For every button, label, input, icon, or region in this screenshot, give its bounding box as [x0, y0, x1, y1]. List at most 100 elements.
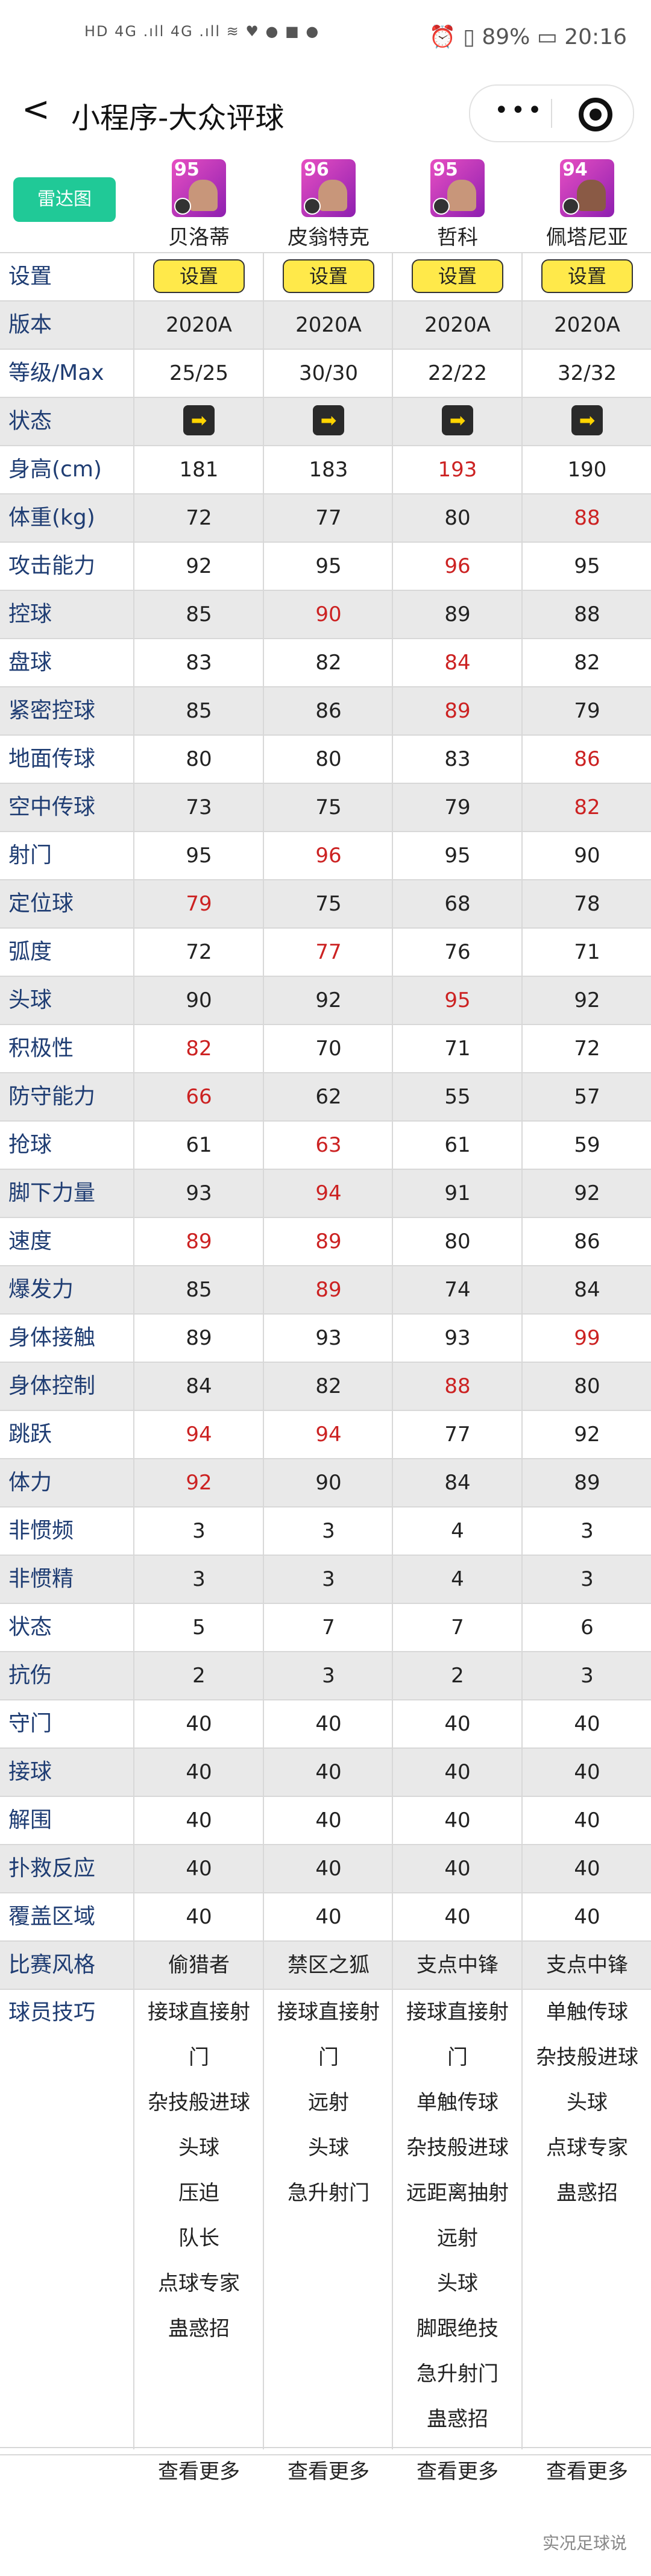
table-cell: 40 [315, 1857, 342, 1881]
row-label: 非惯精 [8, 1567, 74, 1591]
status-bar-left: HD 4G .ıll 4G .ıll ≋ ♥ ● ■ ● [84, 23, 320, 40]
table-cell: 96 [444, 554, 471, 578]
row-label: 射门 [8, 843, 52, 868]
table-cell: 95 [444, 844, 471, 868]
arrow-right-icon[interactable]: ➡ [442, 405, 473, 435]
view-more-link[interactable]: 查看更多 [288, 2460, 370, 2484]
table-cell: 40 [186, 1905, 212, 1929]
arrow-right-icon[interactable]: ➡ [313, 405, 344, 435]
table-cell: 74 [444, 1278, 471, 1302]
table-cell: 40 [186, 1857, 212, 1881]
table-cell: 95 [186, 844, 212, 868]
status-bar: HD 4G .ıll 4G .ıll ≋ ♥ ● ■ ● ⏰ ▯ 89% ▭ 2… [0, 0, 651, 78]
player-name: 哲科 [437, 226, 478, 250]
table-cell: 94 [315, 1181, 342, 1205]
skill-item: 点球专家 [546, 2136, 628, 2160]
skill-item: 队长 [178, 2226, 219, 2250]
radar-chart-button[interactable]: 雷达图 [13, 177, 116, 222]
player-card-avatar[interactable]: 96 [301, 159, 356, 217]
player-face-icon [447, 180, 476, 211]
club-badge-icon [433, 198, 450, 215]
player-card-avatar[interactable]: 95 [430, 159, 485, 217]
table-cell: ➡ [264, 398, 393, 435]
row-label: 脚下力量 [8, 1181, 96, 1205]
table-cell: 57 [574, 1085, 600, 1109]
table-cell: 40 [444, 1857, 471, 1881]
player-column-header[interactable]: 95 哲科 [393, 159, 522, 250]
table-cell: 40 [186, 1760, 212, 1784]
row-label: 解围 [8, 1808, 52, 1833]
table-cell: 89 [444, 699, 471, 723]
arrow-right-icon[interactable]: ➡ [571, 405, 603, 435]
table-cell: 2020A [554, 313, 620, 337]
view-more-link[interactable]: 查看更多 [417, 2460, 498, 2484]
table-cell: 2 [451, 1664, 464, 1688]
table-cell: 40 [574, 1808, 600, 1833]
skill-item: 急升射门 [288, 2181, 370, 2205]
row-label: 空中传球 [8, 795, 96, 819]
table-cell: 79 [186, 892, 212, 916]
table-cell: ➡ [393, 398, 522, 435]
skill-item: 门 [318, 2045, 339, 2069]
skills-list: 单触传球 杂技般进球 头球 点球专家 蛊惑招 [523, 1990, 651, 2216]
row-label: 地面传球 [8, 747, 96, 771]
table-cell: 90 [186, 988, 212, 1012]
player-card-avatar[interactable]: 95 [172, 159, 226, 217]
table-row: 脚下力量 93 94 91 92 [0, 1169, 651, 1217]
table-cell: 79 [444, 795, 471, 819]
table-row: 速度 89 89 80 86 [0, 1217, 651, 1265]
row-label: 速度 [8, 1229, 52, 1254]
settings-button[interactable]: 设置 [541, 259, 633, 293]
status-bar-right: ⏰ ▯ 89% ▭ 20:16 [429, 25, 627, 49]
table-cell: 181 [179, 458, 219, 482]
settings-button[interactable]: 设置 [153, 259, 245, 293]
table-cell: 3 [322, 1664, 335, 1688]
table-cell: 40 [315, 1905, 342, 1929]
table-cell: 82 [315, 651, 342, 675]
player-column-header[interactable]: 95 贝洛蒂 [134, 159, 263, 250]
table-row: 定位球 79 75 68 78 [0, 879, 651, 927]
table-row: 解围 40 40 40 40 [0, 1796, 651, 1844]
table-cell: 95 [574, 554, 600, 578]
settings-button[interactable]: 设置 [283, 259, 374, 293]
table-row: 扑救反应 40 40 40 40 [0, 1844, 651, 1892]
table-cell: 40 [444, 1905, 471, 1929]
view-more-link[interactable]: 查看更多 [158, 2460, 240, 2484]
table-cell: 80 [444, 506, 471, 530]
table-cell: 77 [315, 940, 342, 964]
table-cell: 40 [444, 1808, 471, 1833]
table-cell: 30/30 [299, 361, 358, 385]
more-icon[interactable]: ••• [494, 96, 544, 124]
table-cell: 92 [186, 554, 212, 578]
table-cell: 89 [444, 602, 471, 627]
table-cell: 61 [444, 1133, 471, 1157]
back-icon[interactable]: < [22, 92, 50, 128]
table-cell: 设置 [523, 253, 651, 293]
table-row: 非惯精 3 3 4 3 [0, 1555, 651, 1603]
table-cell: 85 [186, 602, 212, 627]
player-card-avatar[interactable]: 94 [560, 159, 614, 217]
table-cell: 90 [315, 602, 342, 627]
table-cell: 25/25 [169, 361, 228, 385]
table-cell: 6 [580, 1615, 594, 1640]
table-cell: 83 [186, 651, 212, 675]
skill-item: 远射 [308, 2091, 349, 2115]
player-name: 贝洛蒂 [168, 226, 230, 250]
table-row: 版本 2020A 2020A 2020A 2020A [0, 300, 651, 349]
table-cell: 40 [444, 1760, 471, 1784]
arrow-right-icon[interactable]: ➡ [183, 405, 215, 435]
view-more-link[interactable]: 查看更多 [546, 2460, 628, 2484]
table-cell: 40 [574, 1760, 600, 1784]
table-row: 空中传球 73 75 79 82 [0, 783, 651, 831]
table-row: 盘球 83 82 84 82 [0, 638, 651, 686]
table-cell: 82 [315, 1374, 342, 1398]
skill-item: 杂技般进球 [536, 2045, 638, 2069]
watermark: 实况足球说 [542, 2533, 627, 2553]
close-miniprogram-icon[interactable] [579, 98, 612, 131]
player-column-header[interactable]: 94 佩塔尼亚 [523, 159, 651, 250]
skill-item: 点球专家 [158, 2271, 240, 2296]
player-column-header[interactable]: 96 皮翁特克 [264, 159, 393, 250]
page-title: 小程序-大众评球 [71, 101, 285, 135]
settings-button[interactable]: 设置 [412, 259, 503, 293]
row-label: 弧度 [8, 939, 52, 964]
